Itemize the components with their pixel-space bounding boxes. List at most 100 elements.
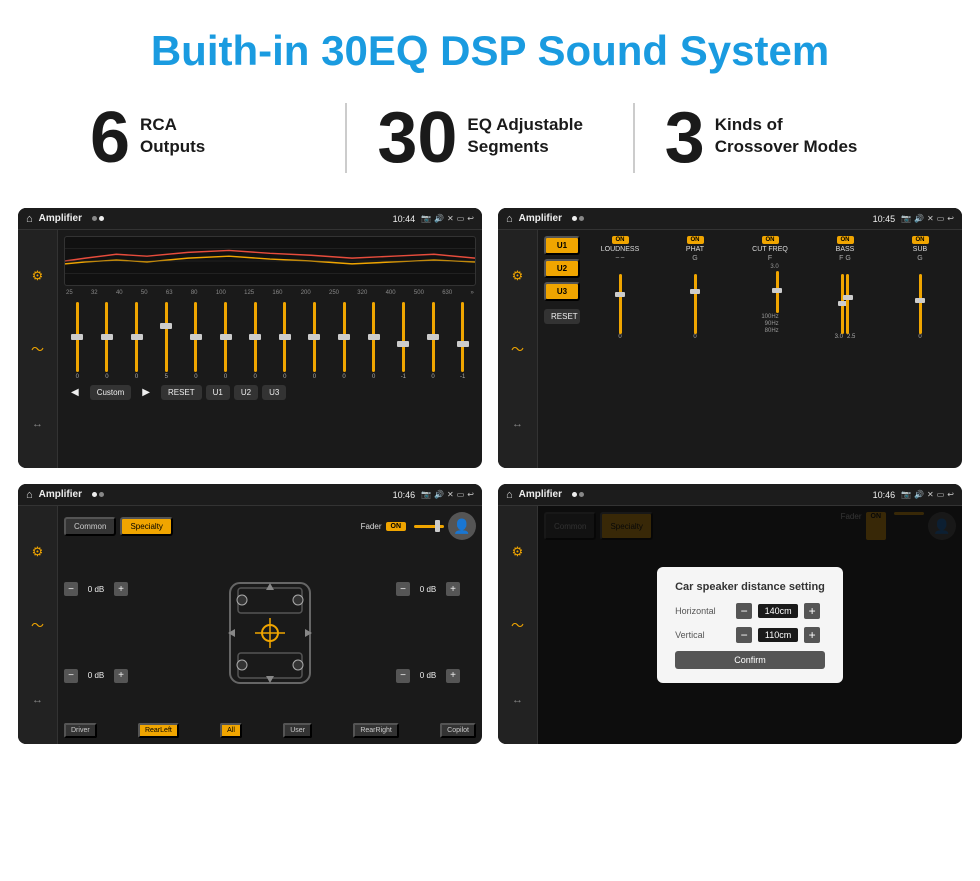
- bal-screen-body: ⚙ 〜 ↔ Common Specialty Fader ON 👤: [18, 506, 482, 744]
- db3-minus[interactable]: −: [396, 582, 410, 596]
- eq-slider-3[interactable]: 5: [153, 300, 180, 380]
- eq-slider-8[interactable]: 0: [301, 300, 328, 380]
- cutfreq-label: CUT FREQ: [752, 246, 788, 253]
- db1-plus[interactable]: +: [114, 582, 128, 596]
- amp2-channels: ON LOUDNESS ~~ 0 O: [584, 236, 956, 462]
- horizontal-minus[interactable]: −: [736, 603, 752, 619]
- topbar-eq-title: Amplifier: [39, 213, 82, 224]
- eq-slider-10[interactable]: 0: [360, 300, 387, 380]
- tab-specialty[interactable]: Specialty: [120, 517, 172, 536]
- dist-icon-2[interactable]: 〜: [511, 619, 524, 632]
- bass-fader1[interactable]: [841, 274, 844, 334]
- db3-plus[interactable]: +: [446, 582, 460, 596]
- u2-preset-button[interactable]: U2: [544, 259, 580, 278]
- eq-u3-button[interactable]: U3: [262, 385, 286, 400]
- home-icon-3[interactable]: ⌂: [26, 489, 33, 501]
- home-icon-2[interactable]: ⌂: [506, 213, 513, 225]
- eq-slider-1[interactable]: 0: [94, 300, 121, 380]
- bal-icon-2[interactable]: 〜: [31, 619, 44, 632]
- horizontal-label: Horizontal: [675, 606, 730, 616]
- eq-u2-button[interactable]: U2: [234, 385, 258, 400]
- eq-icon-2[interactable]: 〜: [31, 343, 44, 356]
- cutfreq-on[interactable]: ON: [762, 236, 779, 244]
- eq-reset-button[interactable]: RESET: [161, 385, 202, 400]
- avatar-icon[interactable]: 👤: [448, 512, 476, 540]
- copilot-button[interactable]: Copilot: [440, 723, 476, 738]
- home-icon-4[interactable]: ⌂: [506, 489, 513, 501]
- u3-preset-button[interactable]: U3: [544, 282, 580, 301]
- eq-play-button[interactable]: ▶: [135, 384, 157, 401]
- screenshots-grid: ⌂ Amplifier 10:44 📷 🔊 ✕ ▭ ↩ ⚙ 〜 ↔: [0, 198, 980, 764]
- db2-minus[interactable]: −: [64, 669, 78, 683]
- tab-common[interactable]: Common: [64, 517, 116, 536]
- eq-slider-13[interactable]: -1: [449, 300, 476, 380]
- eq-u1-button[interactable]: U1: [206, 385, 230, 400]
- eq-custom-button[interactable]: Custom: [90, 385, 132, 400]
- back-icon-3[interactable]: ↩: [467, 490, 474, 499]
- fader-on-badge[interactable]: ON: [386, 522, 407, 531]
- db3-value: 0 dB: [413, 583, 443, 596]
- amp2-icon-1[interactable]: ⚙: [512, 269, 524, 282]
- confirm-button[interactable]: Confirm: [675, 651, 825, 669]
- back-icon[interactable]: ↩: [467, 214, 474, 223]
- amp2-reset-button[interactable]: RESET: [544, 309, 580, 324]
- bal-main: Common Specialty Fader ON 👤: [58, 506, 482, 744]
- bal-tabs: Common Specialty Fader ON 👤: [64, 512, 476, 540]
- screen-distance: ⌂ Amplifier 10:46 📷 🔊 ✕ ▭ ↩ ⚙ 〜 ↔: [498, 484, 962, 744]
- eq-slider-5[interactable]: 0: [212, 300, 239, 380]
- bal-icon-3[interactable]: ↔: [32, 694, 43, 706]
- eq-slider-12[interactable]: 0: [420, 300, 447, 380]
- u1-preset-button[interactable]: U1: [544, 236, 580, 255]
- db4-plus[interactable]: +: [446, 669, 460, 683]
- eq-slider-7[interactable]: 0: [271, 300, 298, 380]
- sub-fader[interactable]: [919, 274, 922, 334]
- rearleft-button[interactable]: RearLeft: [138, 723, 179, 738]
- phat-on[interactable]: ON: [687, 236, 704, 244]
- amp2-preset-buttons: U1 U2 U3 RESET: [544, 236, 580, 462]
- dist-icon-3[interactable]: ↔: [512, 694, 523, 706]
- db2-plus[interactable]: +: [114, 669, 128, 683]
- stat-crossover: 3 Kinds ofCrossover Modes: [635, 102, 920, 174]
- sub-on[interactable]: ON: [912, 236, 929, 244]
- amp2-icon-2[interactable]: 〜: [511, 343, 524, 356]
- loudness-fader[interactable]: [619, 274, 622, 334]
- topbar-bal-icons: 📷 🔊 ✕ ▭ ↩: [421, 490, 474, 499]
- dist-icon-1[interactable]: ⚙: [512, 545, 524, 558]
- all-button[interactable]: All: [220, 723, 242, 738]
- db4-minus[interactable]: −: [396, 669, 410, 683]
- eq-icon-1[interactable]: ⚙: [32, 269, 44, 282]
- horizontal-plus[interactable]: +: [804, 603, 820, 619]
- topbar-amp2-icons: 📷 🔊 ✕ ▭ ↩: [901, 214, 954, 223]
- close-icon-3: ✕: [447, 490, 454, 499]
- vertical-value: 110cm: [758, 628, 798, 642]
- channel-phat: ON PHAT G 0: [659, 236, 731, 462]
- eq-slider-11[interactable]: -1: [390, 300, 417, 380]
- bass-on[interactable]: ON: [837, 236, 854, 244]
- driver-button[interactable]: Driver: [64, 723, 97, 738]
- user-button[interactable]: User: [283, 723, 312, 738]
- amp2-icon-3[interactable]: ↔: [512, 418, 523, 430]
- page-title: Buith-in 30EQ DSP Sound System: [0, 0, 980, 92]
- eq-slider-0[interactable]: 0: [64, 300, 91, 380]
- db1-minus[interactable]: −: [64, 582, 78, 596]
- home-icon[interactable]: ⌂: [26, 213, 33, 225]
- cutfreq-fader[interactable]: [776, 271, 779, 313]
- rearright-button[interactable]: RearRight: [353, 723, 399, 738]
- phat-fader[interactable]: [694, 274, 697, 334]
- fader-track[interactable]: [414, 525, 444, 528]
- back-icon-2[interactable]: ↩: [947, 214, 954, 223]
- loudness-on[interactable]: ON: [612, 236, 629, 244]
- rect-icon-2: ▭: [937, 214, 945, 223]
- vertical-minus[interactable]: −: [736, 627, 752, 643]
- bass-fader2[interactable]: [846, 274, 849, 334]
- eq-slider-9[interactable]: 0: [331, 300, 358, 380]
- eq-slider-6[interactable]: 0: [242, 300, 269, 380]
- bal-icon-1[interactable]: ⚙: [32, 545, 44, 558]
- eq-icon-3[interactable]: ↔: [32, 418, 43, 430]
- eq-slider-4[interactable]: 0: [183, 300, 210, 380]
- eq-prev-button[interactable]: ◀: [64, 384, 86, 401]
- stat-crossover-label: Kinds ofCrossover Modes: [715, 102, 858, 158]
- eq-slider-2[interactable]: 0: [123, 300, 150, 380]
- vertical-plus[interactable]: +: [804, 627, 820, 643]
- back-icon-4[interactable]: ↩: [947, 490, 954, 499]
